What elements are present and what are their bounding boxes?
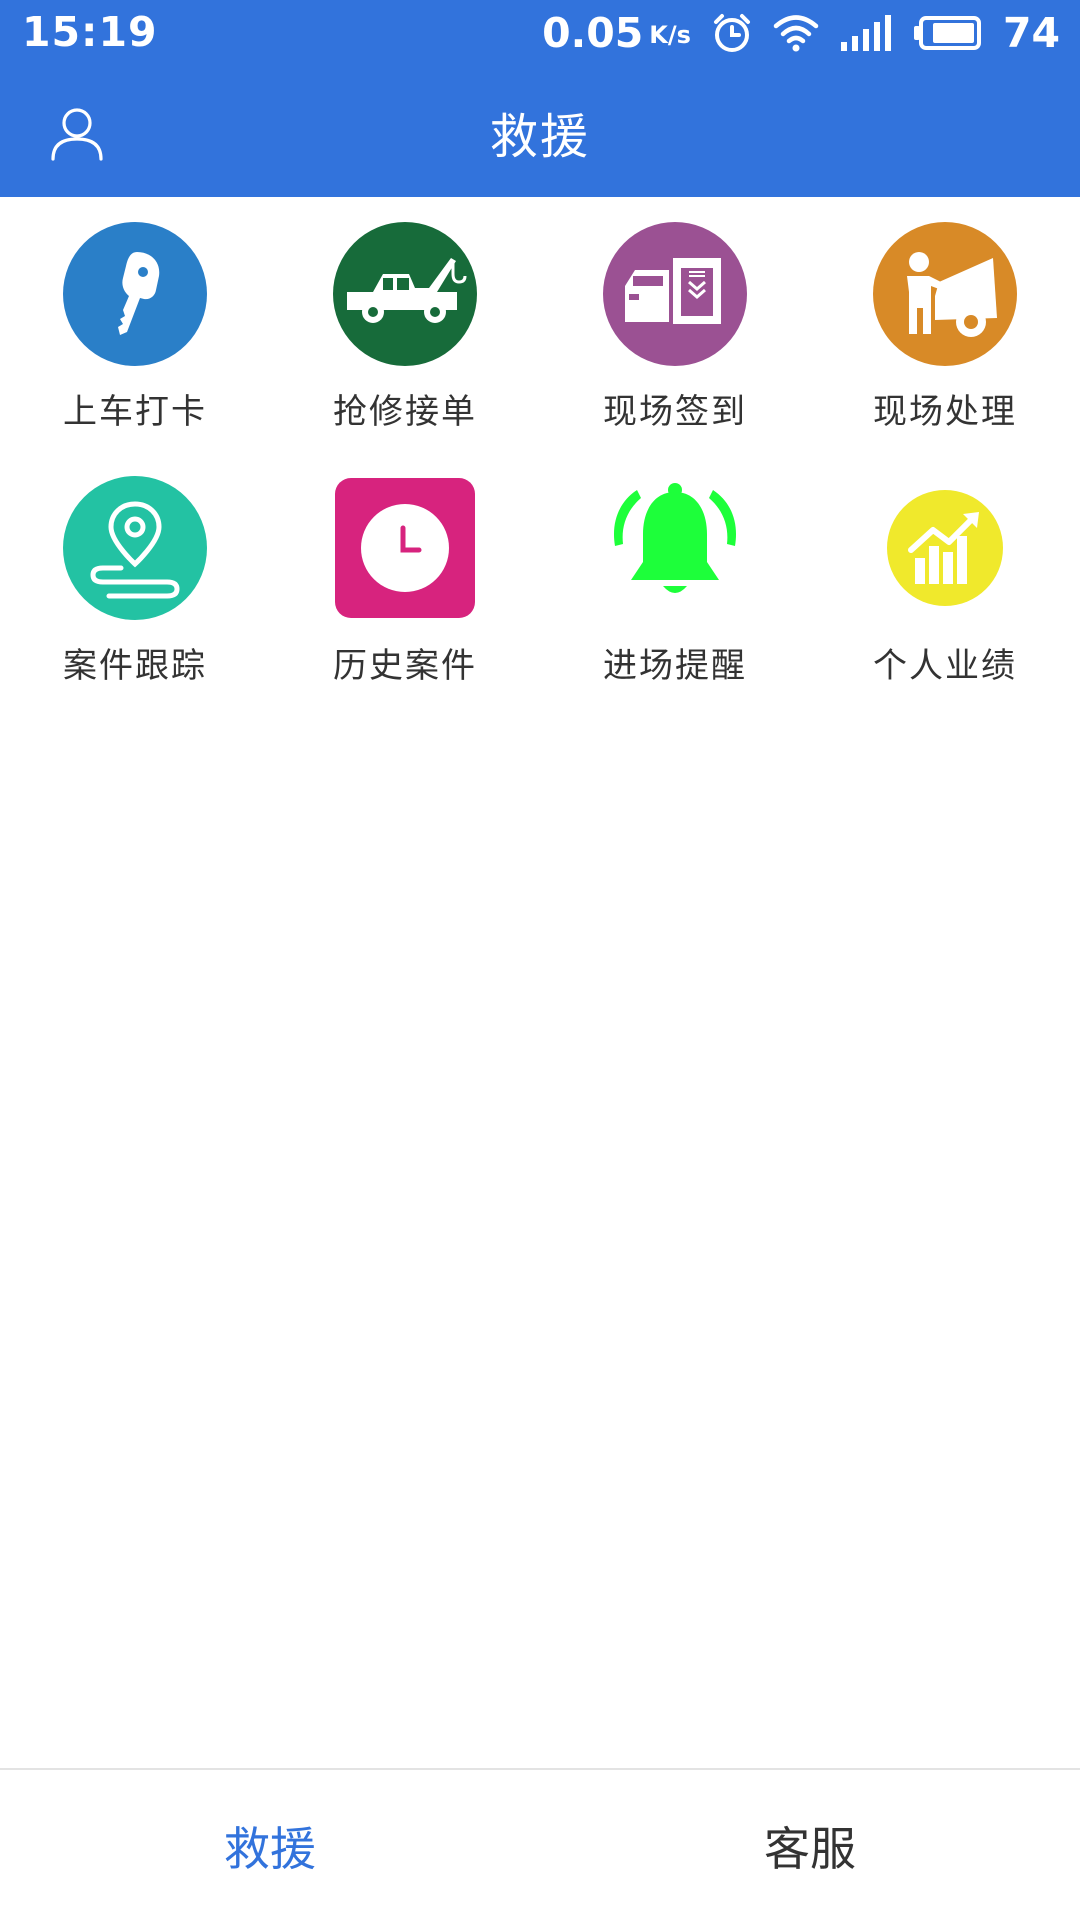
status-time: 15:19 — [22, 8, 158, 56]
car-checkin-icon — [603, 222, 747, 366]
grid-item-car-check-in[interactable]: 上车打卡 — [0, 222, 270, 442]
mechanic-repair-icon — [873, 222, 1017, 366]
car-key-icon — [63, 222, 207, 366]
grid-item-label: 抢修接单 — [333, 392, 477, 432]
app-header: 救援 — [0, 66, 1080, 197]
battery-level: 74 — [1002, 9, 1060, 57]
tab-rescue[interactable]: 救援 — [0, 1770, 540, 1920]
grid-item-onsite-handling[interactable]: 现场处理 — [810, 222, 1080, 442]
grid-item-onsite-checkin[interactable]: 现场签到 — [540, 222, 810, 442]
location-track-icon — [63, 476, 207, 620]
grid-item-label: 案件跟踪 — [63, 646, 207, 686]
signal-icon — [839, 14, 893, 52]
grid-item-label: 历史案件 — [333, 646, 477, 686]
grid-item-label: 现场签到 — [603, 392, 747, 432]
grid-item-case-tracking[interactable]: 案件跟踪 — [0, 476, 270, 696]
network-speed: 0.05 K/s — [542, 9, 691, 57]
grid-item-repair-order[interactable]: 抢修接单 — [270, 222, 540, 442]
top-bar: 15:19 0.05 K/s 74 救援 — [0, 0, 1080, 197]
performance-chart-icon — [873, 476, 1017, 620]
grid-item-label: 个人业绩 — [873, 646, 1017, 686]
grid-item-arrival-reminder[interactable]: 进场提醒 — [540, 476, 810, 696]
net-speed-value: 0.05 — [542, 9, 644, 57]
alarm-icon — [711, 12, 753, 54]
grid-item-case-history[interactable]: 历史案件 — [270, 476, 540, 696]
tab-customer-service[interactable]: 客服 — [540, 1770, 1080, 1920]
battery-icon — [913, 15, 983, 51]
page-title: 救援 — [489, 108, 590, 165]
wifi-icon — [773, 13, 819, 53]
clock-icon — [333, 476, 477, 620]
tow-truck-icon — [333, 222, 477, 366]
status-bar: 15:19 0.05 K/s 74 — [0, 0, 1080, 66]
app-root: 15:19 0.05 K/s 74 救援 上车打卡 抢修接单 现场签到 现场处理… — [0, 0, 1080, 1920]
grid-item-personal-performance[interactable]: 个人业绩 — [810, 476, 1080, 696]
net-speed-unit: K/s — [649, 21, 691, 49]
bell-icon — [603, 476, 747, 620]
grid-item-label: 上车打卡 — [63, 392, 207, 432]
grid-item-label: 进场提醒 — [603, 646, 747, 686]
bottom-tab-bar: 救援 客服 — [0, 1768, 1080, 1920]
status-indicators: 0.05 K/s 74 — [542, 6, 1060, 60]
grid-item-label: 现场处理 — [873, 392, 1017, 432]
